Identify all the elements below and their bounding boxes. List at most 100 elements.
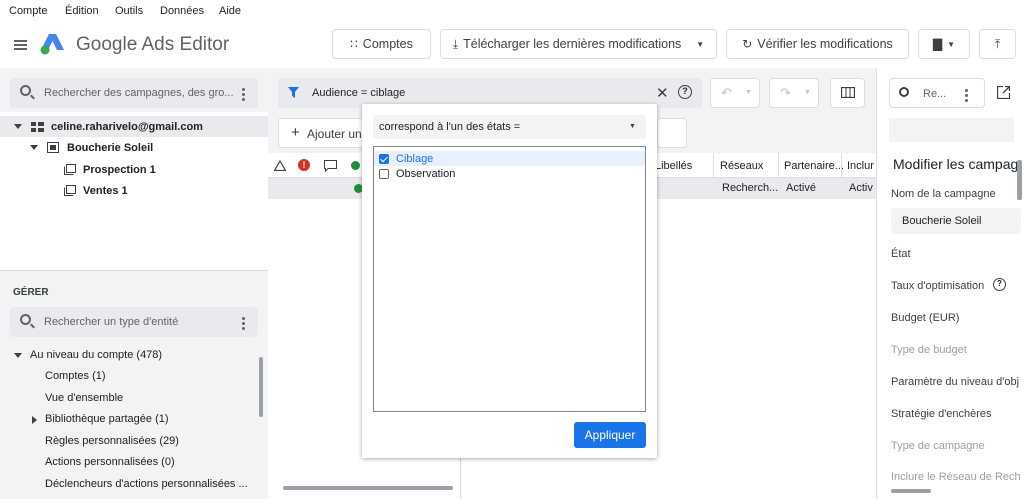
expand-caret-icon[interactable] [32,416,37,424]
campaign-name: Boucherie Soleil [67,141,154,154]
verify-label: Vérifier les modifications [757,37,893,51]
status-dot-icon[interactable] [351,161,360,170]
verify-changes-button[interactable]: ↻ Vérifier les modifications [726,29,909,59]
option-label: Ciblage [396,152,434,165]
publish-button[interactable]: ⤒ [979,29,1016,59]
operator-value: correspond à l'un des états = [379,121,521,133]
accounts-label: Comptes [362,37,413,51]
manage-scrollbar[interactable] [259,357,263,417]
tree-adgroup[interactable]: Ventes 1 [0,180,268,201]
menu-outils[interactable]: Outils [115,5,143,17]
help-icon[interactable]: ? [993,278,1006,291]
field-label: Type de budget [891,344,967,356]
more-vert-icon[interactable] [242,88,245,103]
field-label: Taux d'optimisation [891,280,985,292]
right-hscrollbar[interactable] [891,489,931,493]
ad-group-icon [64,185,76,196]
col-labels[interactable]: Libellés [655,160,692,172]
campaign-search-input[interactable]: Rechercher des campagnes, des gro... [10,78,258,108]
hamburger-menu-icon[interactable] [14,40,27,50]
reports-button[interactable]: ▇ ▼ [918,29,970,59]
redo-button[interactable]: ↷ ▼ [769,78,819,108]
tree-account[interactable]: celine.raharivelo@gmail.com [0,116,268,137]
clear-filter-icon[interactable]: ✕ [656,84,669,102]
redo-icon: ↷ [780,85,791,100]
app-title: Google Ads Editor [76,34,230,55]
field-label: Nom de la campagne [891,188,996,200]
search-placeholder: Rechercher des campagnes, des gro... [44,87,234,99]
tab-strip[interactable] [889,118,1014,142]
option-observation[interactable]: Observation [374,166,645,181]
manage-item[interactable]: Actions personnalisées (0) [45,456,175,468]
options-list: Ciblage Observation [373,146,646,412]
account-icon [31,121,44,132]
field-label: Inclure le Réseau de Rech [891,471,1021,483]
right-scrollbar[interactable] [1017,160,1022,200]
download-changes-button[interactable]: ⤓ Télécharger les dernières modification… [440,29,717,59]
download-label: Télécharger les dernières modifications [463,37,682,51]
expand-caret-icon[interactable] [30,145,38,150]
search-icon [899,87,909,97]
checkbox-checked[interactable] [379,153,389,164]
undo-button[interactable]: ↶ ▼ [710,78,760,108]
filter-value-popup: correspond à l'un des états = ▼ Ciblage … [362,104,657,458]
right-panel: Re... Modifier les campag Nom de la camp… [876,68,1024,499]
expand-caret-icon[interactable] [14,353,22,358]
field-label: Paramètre du niveau d'obj [891,376,1020,388]
entity-search-input[interactable]: Rechercher un type d'entité [10,307,258,337]
search-placeholder: Rechercher un type d'entité [44,316,179,328]
open-in-new-icon[interactable] [997,86,1010,99]
warning-icon[interactable] [274,160,286,171]
menu-compte[interactable]: Compte [9,5,48,17]
campaign-name-value: Boucherie Soleil [902,215,982,227]
operator-select[interactable]: correspond à l'un des états = ▼ [373,115,646,139]
help-icon[interactable]: ? [678,85,692,99]
search-placeholder: Re... [923,88,947,100]
col-networks[interactable]: Réseaux [720,160,763,172]
manage-title: GÉRER [13,287,49,298]
manage-item[interactable]: Vue d'ensemble [45,392,123,404]
manage-section: GÉRER Rechercher un type d'entité Au niv… [0,270,268,499]
field-label: Stratégie d'enchères [891,408,992,420]
more-vert-icon[interactable] [965,89,968,104]
add-button[interactable]: + Ajouter un [278,118,374,148]
menu-edition[interactable]: Édition [65,5,99,17]
add-label: Ajouter un [307,127,362,141]
menu-aide[interactable]: Aide [219,5,241,17]
chevron-down-icon: ▼ [745,89,752,96]
tree-campaign[interactable]: Boucherie Soleil [0,137,268,158]
error-icon[interactable]: ! [298,159,310,171]
more-vert-icon[interactable] [242,317,245,332]
option-ciblage[interactable]: Ciblage [374,151,645,166]
apply-button[interactable]: Appliquer [574,422,646,448]
tree-adgroup[interactable]: Prospection 1 [0,159,268,180]
google-ads-logo [40,34,64,55]
undo-icon: ↶ [721,85,732,100]
ad-group-name: Ventes 1 [83,184,128,197]
menu-donnees[interactable]: Données [160,5,204,17]
manage-item[interactable]: Bibliothèque partagée (1) [45,413,169,425]
toolbar-extra-button[interactable] [657,118,687,148]
manage-account-level[interactable]: Au niveau du compte (478) [30,349,162,361]
chevron-down-icon: ▼ [696,39,705,49]
col-partners[interactable]: Partenaire... [784,160,844,172]
campaign-name-field[interactable]: Boucherie Soleil [891,208,1021,234]
grid-hscrollbar[interactable] [283,486,453,490]
col-include[interactable]: Inclur [847,160,874,172]
account-email: celine.raharivelo@gmail.com [51,120,203,133]
ad-group-name: Prospection 1 [83,163,156,176]
filter-icon [288,87,299,98]
comment-icon[interactable] [324,160,337,172]
expand-caret-icon[interactable] [14,124,22,129]
ad-group-icon [64,164,76,175]
accounts-button[interactable]: ∷ Comptes [332,29,431,59]
plus-icon: + [291,124,300,141]
columns-button[interactable] [830,78,865,108]
manage-item[interactable]: Règles personnalisées (29) [45,435,179,447]
right-search-input[interactable]: Re... [889,78,985,108]
campaign-icon [47,142,59,153]
manage-item[interactable]: Comptes (1) [45,370,106,382]
cell-partners: Activé [786,182,816,194]
manage-item[interactable]: Déclencheurs d'actions personnalisées ..… [45,478,248,490]
checkbox-unchecked[interactable] [379,168,389,179]
